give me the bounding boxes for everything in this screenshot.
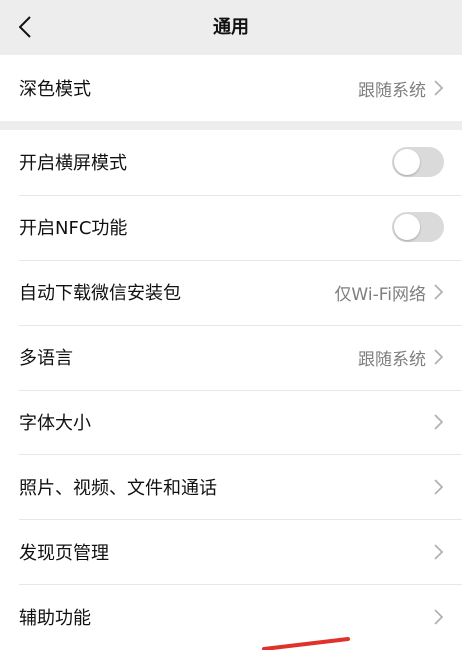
row-label: 自动下载微信安装包 (19, 283, 181, 305)
chevron-right-icon (434, 80, 444, 96)
page-title: 通用 (213, 17, 249, 38)
chevron-right-icon (434, 544, 444, 560)
chevron-right-icon (434, 609, 444, 625)
row-auto-download[interactable]: 自动下载微信安装包 仅Wi-Fi网络 (0, 259, 462, 325)
row-label: 照片、视频、文件和通话 (19, 477, 217, 499)
row-label: 多语言 (19, 348, 73, 370)
row-discover-management[interactable]: 发现页管理 (0, 519, 462, 584)
row-label: 发现页管理 (19, 542, 109, 564)
row-label: 开启横屏模式 (19, 153, 127, 175)
chevron-right-icon (434, 284, 444, 300)
row-value: 跟随系统 (358, 349, 426, 370)
row-label: 开启NFC功能 (19, 218, 128, 240)
row-value: 跟随系统 (358, 80, 426, 101)
settings-group-display: 深色模式 跟随系统 (0, 55, 462, 121)
row-label: 字体大小 (19, 413, 91, 434)
row-label: 深色模式 (19, 79, 91, 100)
row-landscape-mode: 开启横屏模式 (0, 130, 462, 195)
row-label: 辅助功能 (19, 607, 91, 629)
chevron-right-icon (434, 414, 444, 430)
row-media-files-calls[interactable]: 照片、视频、文件和通话 (0, 454, 462, 519)
row-font-size[interactable]: 字体大小 (0, 389, 462, 455)
nfc-toggle[interactable] (392, 212, 444, 243)
toggle-knob (394, 149, 420, 176)
toggle-knob (394, 214, 420, 241)
chevron-right-icon (434, 479, 444, 495)
row-dark-mode[interactable]: 深色模式 跟随系统 (0, 55, 462, 121)
row-value: 仅Wi-Fi网络 (334, 284, 426, 305)
settings-group-general: 开启横屏模式 开启NFC功能 自动下载微信安装包 仅Wi-Fi网络 多语言 跟随… (0, 130, 462, 650)
row-accessibility[interactable]: 辅助功能 (0, 584, 462, 649)
row-language[interactable]: 多语言 跟随系统 (0, 324, 462, 390)
landscape-toggle[interactable] (392, 147, 444, 178)
chevron-right-icon (434, 349, 444, 365)
navigation-bar: 通用 (0, 0, 462, 55)
row-nfc: 开启NFC功能 (0, 194, 462, 260)
